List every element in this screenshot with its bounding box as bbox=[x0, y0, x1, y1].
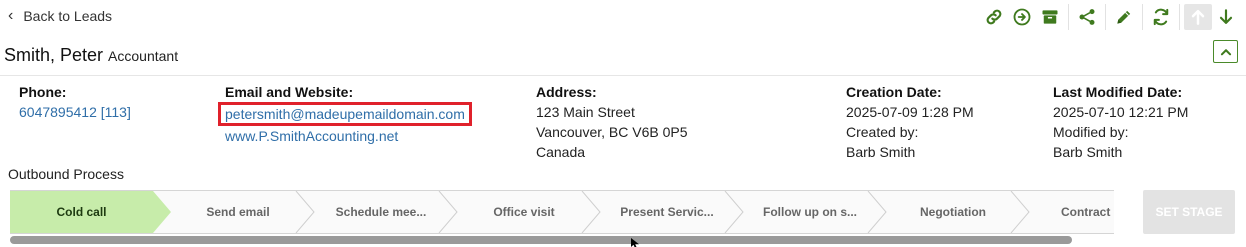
back-to-leads-label: Back to Leads bbox=[23, 8, 113, 24]
email-website-label: Email and Website: bbox=[225, 84, 354, 100]
website-link[interactable]: www.P.SmithAccounting.net bbox=[225, 126, 472, 146]
modified-by-label: Modified by: bbox=[1053, 124, 1129, 140]
toolbar-divider bbox=[1142, 4, 1143, 30]
stage-item[interactable]: Send email bbox=[171, 191, 305, 233]
back-to-leads-link[interactable]: ‹ Back to Leads bbox=[8, 6, 112, 26]
arrow-up-icon[interactable] bbox=[1184, 4, 1212, 30]
arrow-circle-right-icon[interactable] bbox=[1008, 4, 1036, 30]
creation-date-value: 2025-07-09 1:28 PM bbox=[846, 104, 974, 120]
stage-item[interactable]: Negotiation bbox=[886, 191, 1020, 233]
collapse-details-button[interactable] bbox=[1213, 40, 1238, 63]
phone-link[interactable]: 6047895412 [113] bbox=[19, 102, 131, 122]
pencil-icon[interactable] bbox=[1110, 4, 1138, 30]
toolbar-divider bbox=[1105, 4, 1106, 30]
toolbar-divider bbox=[1068, 4, 1069, 30]
address-section: Address: 123 Main Street Vancouver, BC V… bbox=[536, 82, 688, 162]
share-icon[interactable] bbox=[1073, 4, 1101, 30]
toolbar-divider bbox=[1179, 4, 1180, 30]
address-label: Address: bbox=[536, 84, 597, 100]
set-stage-button[interactable]: SET STAGE bbox=[1143, 190, 1235, 234]
creation-date-label: Creation Date: bbox=[846, 84, 942, 100]
creation-section: Creation Date: 2025-07-09 1:28 PM Create… bbox=[846, 82, 974, 162]
modified-by-value: Barb Smith bbox=[1053, 144, 1123, 160]
chevron-up-icon bbox=[1220, 48, 1231, 55]
stage-item[interactable]: Cold call bbox=[10, 191, 153, 233]
created-by-label: Created by: bbox=[846, 124, 919, 140]
section-divider bbox=[0, 75, 1246, 76]
phone-section: Phone: 6047895412 [113] bbox=[19, 82, 131, 122]
email-website-section: Email and Website: petersmith@madeupemai… bbox=[218, 82, 472, 146]
phone-label: Phone: bbox=[19, 84, 67, 100]
horizontal-scrollbar[interactable] bbox=[10, 236, 1072, 244]
lead-name: Smith, Peter bbox=[4, 45, 104, 65]
lead-title: Smith, Peter Accountant bbox=[4, 45, 178, 66]
arrow-down-icon[interactable] bbox=[1212, 4, 1240, 30]
address-line2: Vancouver, BC V6B 0P5 bbox=[536, 124, 688, 140]
chevron-left-icon: ‹ bbox=[8, 7, 14, 24]
stage-item[interactable]: Office visit bbox=[457, 191, 591, 233]
mouse-cursor-icon bbox=[631, 238, 639, 247]
address-line3: Canada bbox=[536, 144, 586, 160]
stage-path: Cold call Send email Schedule mee... Office… bbox=[10, 190, 1114, 234]
link-icon[interactable] bbox=[980, 4, 1008, 30]
stage-item[interactable]: Present Servic... bbox=[600, 191, 734, 233]
archive-icon[interactable] bbox=[1036, 4, 1064, 30]
modified-date-value: 2025-07-10 12:21 PM bbox=[1053, 104, 1189, 120]
email-link[interactable]: petersmith@madeupemaildomain.com bbox=[218, 102, 472, 126]
refresh-icon[interactable] bbox=[1147, 4, 1175, 30]
address-line1: 123 Main Street bbox=[536, 104, 635, 120]
lead-job-title: Accountant bbox=[108, 48, 179, 64]
toolbar bbox=[980, 4, 1240, 30]
stage-item[interactable]: Contract sig bbox=[1029, 191, 1114, 233]
created-by-value: Barb Smith bbox=[846, 144, 916, 160]
modified-section: Last Modified Date: 2025-07-10 12:21 PM … bbox=[1053, 82, 1188, 162]
stage-item[interactable]: Follow up on s... bbox=[743, 191, 877, 233]
stage-item[interactable]: Schedule mee... bbox=[314, 191, 448, 233]
modified-date-label: Last Modified Date: bbox=[1053, 84, 1183, 100]
process-title: Outbound Process bbox=[8, 166, 124, 182]
